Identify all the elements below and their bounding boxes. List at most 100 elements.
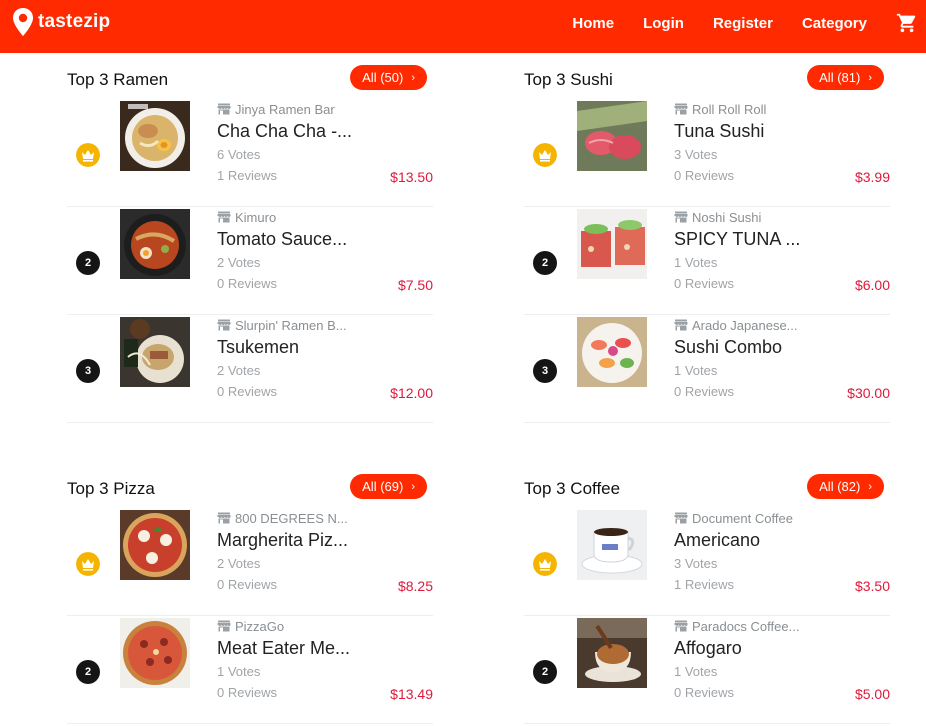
list-item[interactable]: 2 Kimuro Tomato Sauce... 2 Votes 0 Revie… [67,207,433,315]
store-name[interactable]: Roll Roll Roll [674,100,890,118]
dish-name[interactable]: Tuna Sushi [674,121,890,145]
votes-count: 3 Votes [674,147,718,162]
chevron-right-icon: › [411,71,415,84]
store-name[interactable]: Noshi Sushi [674,208,890,226]
all-ramen-button[interactable]: All (50) › [350,65,427,90]
dish-name[interactable]: Meat Eater Me... [217,638,433,662]
crown-icon [76,143,100,167]
list-item[interactable]: 2 PizzaGo Meat Eater Me... 1 Votes 0 Rev… [67,616,433,724]
list-item[interactable]: 3 Slurpin' Ramen B... Tsukemen 2 Votes 0… [67,315,433,423]
price: $5.00 [854,686,890,702]
store-icon [217,211,231,223]
votes-count: 2 Votes [217,556,261,571]
dish-name[interactable]: Americano [674,530,890,554]
list-item[interactable]: 2 Paradocs Coffee... Affogaro 1 Votes 0 … [524,616,890,724]
margherita-thumbnail[interactable] [120,510,190,580]
dish-name[interactable]: Tomato Sauce... [217,229,433,253]
price: $8.25 [397,578,433,594]
store-name[interactable]: Document Coffee [674,509,890,527]
americano-thumbnail[interactable] [577,510,647,580]
tuna-sushi-thumbnail[interactable] [577,101,647,171]
nav-login[interactable]: Login [643,15,684,32]
rank-badge: 2 [533,251,557,275]
votes-count: 1 Votes [217,664,261,679]
all-button-label: All (50) [362,70,404,85]
brand-name: tastezip [38,11,111,32]
votes-count: 1 Votes [674,255,718,270]
all-button-label: All (82) [819,479,861,494]
crown-icon [533,552,557,576]
meat-eater-thumbnail[interactable] [120,618,190,688]
store-name[interactable]: Jinya Ramen Bar [217,100,433,118]
ramen-thumbnail[interactable] [120,101,190,171]
dish-name[interactable]: Cha Cha Cha -... [217,121,433,145]
price: $13.49 [390,686,433,702]
price: $13.50 [390,169,433,185]
store-icon [217,620,231,632]
rank-badge: 2 [76,251,100,275]
list-item[interactable]: Jinya Ramen Bar Cha Cha Cha -... 6 Votes… [67,99,433,207]
nav-home[interactable]: Home [572,15,614,32]
rank-badge: 2 [533,660,557,684]
section-top-pizza: Top 3 Pizza All (69) › 800 DEGREES N... M… [67,474,433,724]
store-name[interactable]: Kimuro [217,208,433,226]
store-name[interactable]: Paradocs Coffee... [674,617,890,635]
list-item[interactable]: 800 DEGREES N... Margherita Piz... 2 Vot… [67,508,433,616]
section-title: Top 3 Ramen [67,70,169,89]
store-icon [674,211,688,223]
crown-icon [76,552,100,576]
store-name[interactable]: Arado Japanese... [674,316,890,334]
store-icon [217,103,231,115]
price: $3.50 [854,578,890,594]
chevron-right-icon: › [868,480,872,493]
tomato-ramen-thumbnail[interactable] [120,209,190,279]
list-item[interactable]: Roll Roll Roll Tuna Sushi 3 Votes 0 Revi… [524,99,890,207]
brand-logo[interactable]: tastezip [12,6,110,38]
dish-name[interactable]: SPICY TUNA ... [674,229,890,253]
section-title: Top 3 Coffee [524,479,621,498]
crown-icon [533,143,557,167]
price: $3.99 [854,169,890,185]
section-top-sushi: Top 3 Sushi All (81) › Roll Roll Roll Tun… [524,65,890,423]
all-coffee-button[interactable]: All (82) › [807,474,884,499]
votes-count: 2 Votes [217,255,261,270]
all-pizza-button[interactable]: All (69) › [350,474,427,499]
store-name[interactable]: Slurpin' Ramen B... [217,316,433,334]
top-nav-bar: tastezip Home Login Register Category [0,0,926,53]
store-icon [217,512,231,524]
nav-category[interactable]: Category [802,15,867,32]
store-icon [217,319,231,331]
dish-name[interactable]: Affogaro [674,638,890,662]
section-top-ramen: Top 3 Ramen All (50) › Jinya Ramen Bar Ch… [67,65,433,423]
votes-count: 1 Votes [674,363,718,378]
section-title: Top 3 Pizza [67,479,155,498]
store-icon [674,620,688,632]
sushi-combo-thumbnail[interactable] [577,317,647,387]
price: $12.00 [390,385,433,401]
list-item[interactable]: 2 Noshi Sushi SPICY TUNA ... 1 Votes 0 R… [524,207,890,315]
store-icon [674,319,688,331]
store-icon [674,512,688,524]
list-item[interactable]: Document Coffee Americano 3 Votes 1 Revi… [524,508,890,616]
votes-count: 1 Votes [674,664,718,679]
price: $6.00 [854,277,890,293]
store-name[interactable]: 800 DEGREES N... [217,509,433,527]
spicy-tuna-thumbnail[interactable] [577,209,647,279]
cart-icon[interactable] [896,12,918,34]
list-item[interactable]: 3 Arado Japanese... Sushi Combo 1 Votes … [524,315,890,423]
rank-badge: 3 [76,359,100,383]
nav-register[interactable]: Register [713,15,773,32]
dish-name[interactable]: Tsukemen [217,337,433,361]
tsukemen-thumbnail[interactable] [120,317,190,387]
store-name[interactable]: PizzaGo [217,617,433,635]
section-title: Top 3 Sushi [524,70,613,89]
dish-name[interactable]: Margherita Piz... [217,530,433,554]
all-sushi-button[interactable]: All (81) › [807,65,884,90]
dish-name[interactable]: Sushi Combo [674,337,890,361]
chevron-right-icon: › [868,71,872,84]
main-nav: Home Login Register Category [572,0,926,46]
affogato-thumbnail[interactable] [577,618,647,688]
price: $7.50 [397,277,433,293]
rank-badge: 2 [76,660,100,684]
all-button-label: All (81) [819,70,861,85]
